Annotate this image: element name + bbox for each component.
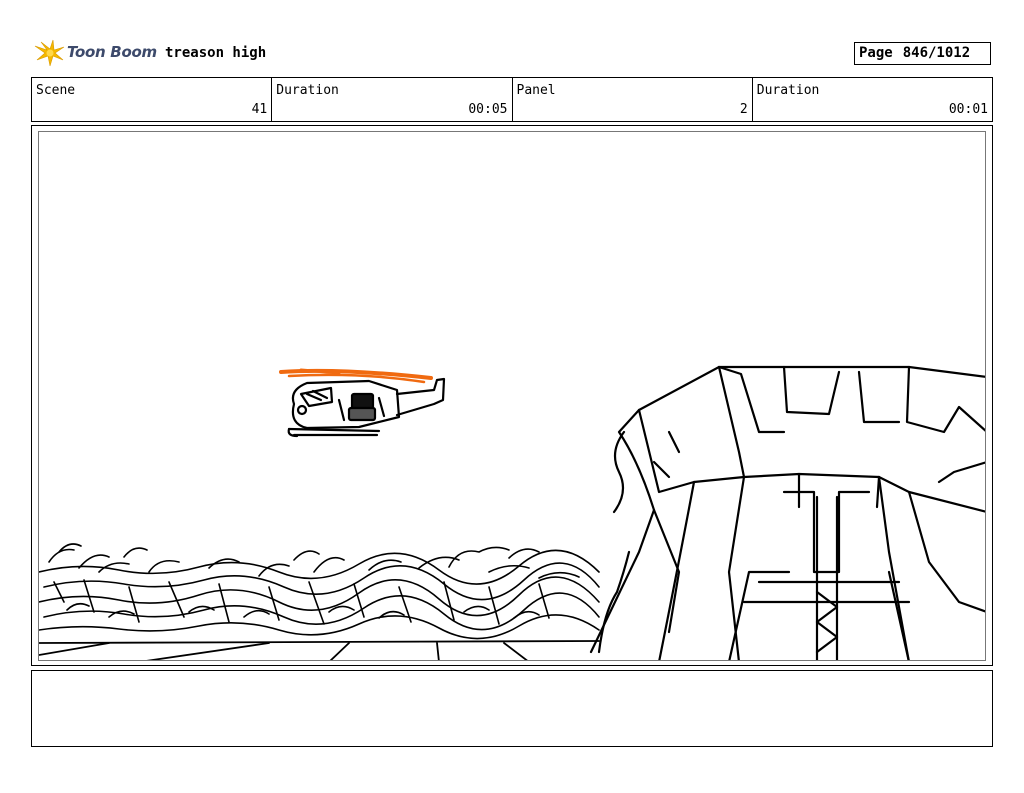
scene-duration-label: Duration: [276, 83, 339, 98]
page-label: Page: [859, 45, 893, 61]
panel-duration-value: 00:01: [948, 102, 988, 117]
scene-info-row: Scene 41 Duration 00:05 Panel 2 Duration…: [31, 77, 993, 122]
jungle-foliage-sketch: [39, 543, 600, 640]
star-burst-icon: [34, 39, 65, 67]
toon-boom-logo: Toon Boom: [33, 38, 158, 68]
panel-notes-box[interactable]: [31, 670, 993, 747]
scene-duration-cell: Duration 00:05: [272, 78, 513, 121]
panel-value: 2: [739, 102, 748, 117]
panel-label: Panel: [516, 83, 556, 98]
panel-duration-label: Duration: [756, 83, 820, 98]
page-counter: Page 846/1012: [854, 42, 991, 65]
scene-cell: Scene 41: [32, 78, 273, 121]
helicopter-sketch: [279, 368, 446, 438]
project-title: treason high: [165, 45, 267, 61]
panel-cell: Panel 2: [513, 78, 753, 121]
panel-duration-cell: Duration 00:01: [753, 78, 992, 121]
logo-text: Toon Boom: [67, 43, 157, 61]
scene-value: 41: [251, 102, 268, 117]
scene-label: Scene: [36, 83, 76, 98]
rock-base-structure: [589, 365, 985, 660]
storyboard-drawing: [38, 131, 986, 661]
page-value: 846/1012: [902, 45, 971, 61]
ground-lines: [39, 640, 600, 660]
scene-duration-value: 00:05: [468, 102, 508, 117]
